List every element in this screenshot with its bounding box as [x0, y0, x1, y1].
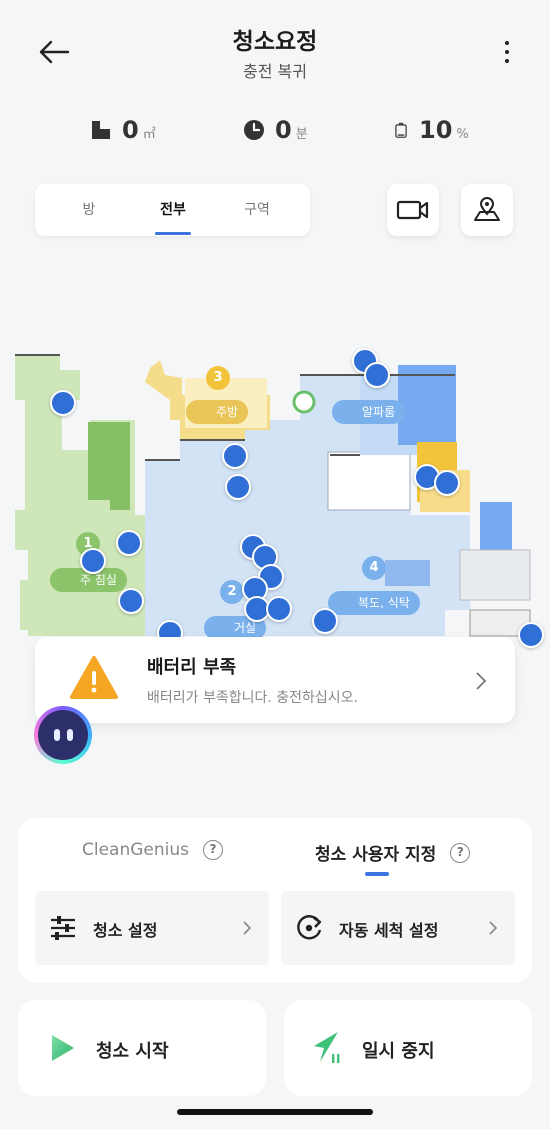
- room-label-text: 거실: [234, 621, 257, 635]
- recharge-pause-icon: [314, 1032, 340, 1063]
- refresh-target-icon: [297, 915, 322, 940]
- chevron-right-icon: [243, 921, 251, 935]
- warning-icon: [70, 656, 118, 699]
- help-icon[interactable]: ?: [203, 840, 224, 860]
- chevron-right-icon: [489, 921, 497, 935]
- room-number-3: 3: [206, 366, 230, 390]
- room-label-hallway[interactable]: 복도, 식탁: [328, 591, 420, 615]
- stats-bar: 0 ㎡ 0 분 10 %: [0, 116, 550, 150]
- map-edit-button[interactable]: [461, 184, 513, 236]
- mode-cleangenius[interactable]: CleanGenius ?: [82, 840, 224, 860]
- room-label-text: 알파룸: [362, 405, 396, 419]
- obstacle-pin[interactable]: [312, 608, 338, 634]
- header: 청소요정 충전 복귀: [0, 0, 550, 100]
- assistant-face-icon: [38, 710, 88, 760]
- voice-assistant-button[interactable]: [34, 706, 92, 764]
- room-label-alpha[interactable]: 알파룸: [332, 400, 406, 424]
- home-indicator: [177, 1109, 373, 1115]
- mode-active-indicator: [365, 872, 389, 876]
- pause-label: 일시 중지: [362, 1041, 435, 1062]
- stat-area: 0 ㎡: [90, 116, 156, 144]
- pause-button[interactable]: 일시 중지: [284, 1000, 532, 1096]
- room-number-2: 2: [220, 580, 244, 604]
- alert-title: 배터리 부족: [147, 657, 237, 678]
- start-cleaning-label: 청소 시작: [96, 1041, 169, 1062]
- more-options-button[interactable]: [492, 34, 522, 70]
- area-icon: [92, 121, 110, 139]
- room-label-text: 주방: [216, 405, 239, 419]
- sliders-icon: [51, 916, 75, 940]
- video-camera-icon: [396, 200, 429, 220]
- cleaning-mode-panel: CleanGenius ? 청소 사용자 지정 ? 청소 설정 자동 세척 설정: [18, 818, 532, 983]
- more-dot: [505, 50, 509, 54]
- mode-cleangenius-label: CleanGenius: [82, 840, 190, 860]
- clean-settings-button[interactable]: 청소 설정: [35, 891, 269, 965]
- mode-custom[interactable]: 청소 사용자 지정 ?: [315, 840, 471, 865]
- time-unit: 분: [295, 127, 308, 142]
- help-icon[interactable]: ?: [450, 842, 471, 863]
- camera-button[interactable]: [387, 184, 439, 236]
- status-subtitle: 충전 복귀: [243, 62, 307, 81]
- more-dot: [505, 59, 509, 63]
- low-battery-alert[interactable]: 배터리 부족 배터리가 부족합니다. 충전하십시오.: [35, 637, 515, 723]
- assistant-eye: [66, 729, 73, 741]
- time-value: 0: [275, 116, 292, 144]
- clean-settings-label: 청소 설정: [93, 921, 158, 940]
- map-pin-icon: [474, 197, 500, 221]
- battery-icon: [395, 122, 407, 138]
- obstacle-pin[interactable]: [434, 470, 460, 496]
- obstacle-pin[interactable]: [266, 596, 292, 622]
- room-label-text: 주 침실: [80, 573, 117, 587]
- tab-all[interactable]: 전부: [138, 184, 208, 236]
- room-number-4: 4: [362, 556, 386, 580]
- obstacle-pin[interactable]: [80, 548, 106, 574]
- battery-unit: %: [456, 127, 469, 142]
- obstacle-pin[interactable]: [222, 443, 248, 469]
- page-title: 청소요정: [232, 29, 318, 55]
- auto-wash-settings-label: 자동 세척 설정: [339, 921, 439, 940]
- area-unit: ㎡: [142, 127, 156, 142]
- alert-message: 배터리가 부족합니다. 충전하십시오.: [147, 690, 358, 706]
- start-cleaning-button[interactable]: 청소 시작: [18, 1000, 266, 1096]
- obstacle-pin[interactable]: [364, 362, 390, 388]
- stat-time: 0 분: [243, 116, 308, 144]
- tab-zone[interactable]: 구역: [222, 184, 292, 236]
- play-icon: [52, 1035, 74, 1061]
- chevron-right-icon: [476, 672, 487, 690]
- obstacle-pin[interactable]: [518, 622, 544, 648]
- clock-icon: [244, 120, 264, 140]
- room-label-text: 복도, 식탁: [358, 596, 410, 610]
- tab-room[interactable]: 방: [54, 184, 124, 236]
- assistant-eye: [53, 729, 60, 741]
- obstacle-pin[interactable]: [118, 588, 144, 614]
- auto-wash-settings-button[interactable]: 자동 세척 설정: [281, 891, 515, 965]
- obstacle-pin[interactable]: [225, 474, 251, 500]
- obstacle-pin[interactable]: [116, 530, 142, 556]
- more-dot: [505, 41, 509, 45]
- battery-value: 10: [419, 116, 453, 144]
- mode-custom-label: 청소 사용자 지정: [315, 845, 437, 865]
- room-label-kitchen[interactable]: 주방: [186, 400, 249, 424]
- stat-battery: 10 %: [393, 116, 469, 144]
- obstacle-pin[interactable]: [50, 390, 76, 416]
- floor-plan: [15, 354, 531, 637]
- area-value: 0: [122, 116, 139, 144]
- map-view-tabs: 방 전부 구역: [35, 184, 310, 236]
